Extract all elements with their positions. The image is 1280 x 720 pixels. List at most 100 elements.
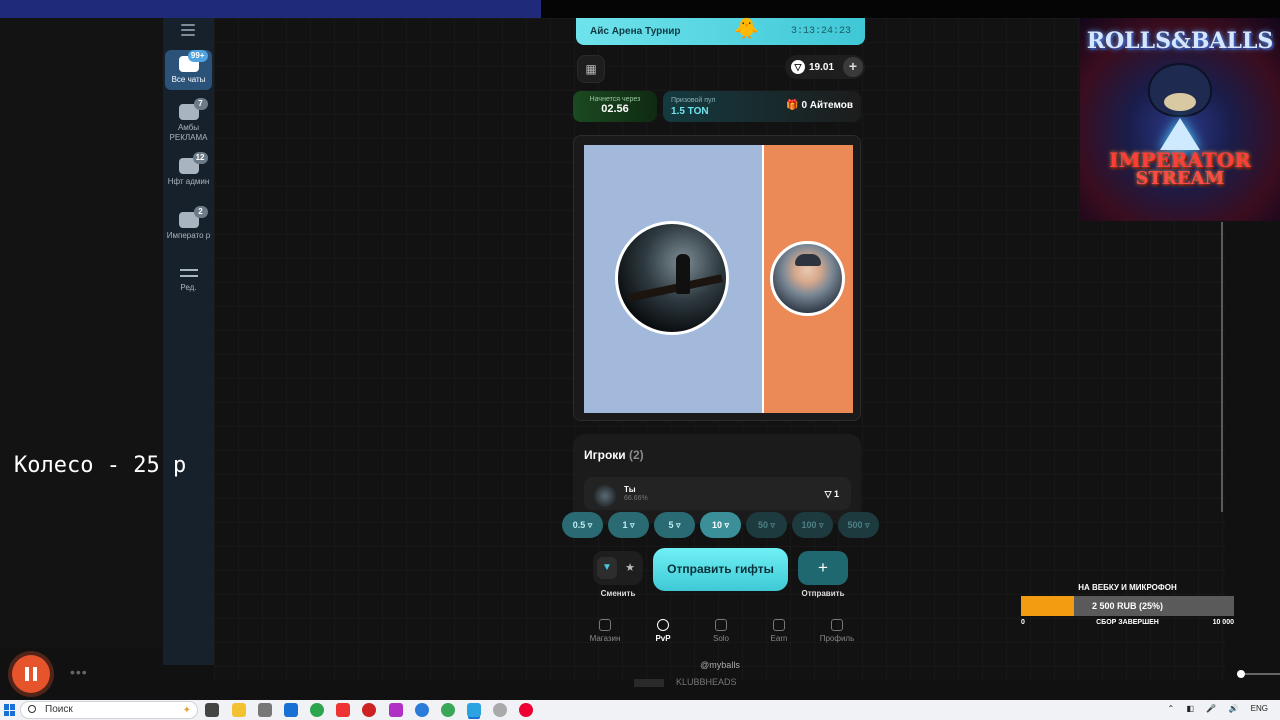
goal-max: 10 000 bbox=[1212, 619, 1234, 626]
pause-button[interactable] bbox=[12, 655, 50, 693]
scrollbar[interactable] bbox=[1221, 222, 1223, 512]
chat-bubble-icon: 99+ bbox=[178, 50, 208, 72]
ton-icon[interactable]: ▼ bbox=[597, 557, 617, 579]
yandex-browser-icon[interactable] bbox=[519, 703, 533, 717]
switch-label: Сменить bbox=[600, 589, 636, 598]
deposit-button[interactable]: + bbox=[843, 57, 863, 77]
bet-100[interactable]: 100 ▿ bbox=[792, 512, 833, 538]
taskbar-search[interactable]: Поиск ✦ bbox=[20, 701, 198, 719]
tournament-banner[interactable]: Айс Арена Турнир 🐥 3:13:24:23 bbox=[576, 18, 865, 45]
donation-goal-bar: 2 500 RUB (25%) bbox=[1021, 596, 1234, 616]
countdown-value: 02.56 bbox=[601, 103, 629, 115]
bet-5[interactable]: 5 ▿ bbox=[654, 512, 695, 538]
balance-value: 19.01 bbox=[809, 61, 835, 73]
countdown-box: Начнется через 02.56 bbox=[573, 91, 657, 122]
player-avatar bbox=[615, 221, 729, 335]
unread-badge: 2 bbox=[193, 206, 208, 218]
send-button[interactable]: + bbox=[798, 551, 848, 585]
bet-0.5[interactable]: 0.5 ▿ bbox=[562, 512, 603, 538]
wifi-icon[interactable]: ◧ bbox=[1186, 704, 1194, 713]
bet-50[interactable]: 50 ▿ bbox=[746, 512, 787, 538]
player-bet: ▽ 1 bbox=[824, 489, 839, 499]
outlook-icon[interactable] bbox=[284, 703, 298, 717]
nav-solo[interactable]: Solo bbox=[692, 615, 750, 651]
players-panel: Игроки (2) Ты 66.66% ▽ 1 bbox=[573, 434, 861, 524]
folder-ads[interactable]: 7 Амбы РЕКЛАМА bbox=[165, 98, 212, 144]
nav-earn[interactable]: Earn bbox=[750, 615, 808, 651]
nav-shop[interactable]: Магазин bbox=[576, 615, 634, 651]
more-icon[interactable]: ••• bbox=[70, 664, 88, 680]
sliders-icon bbox=[179, 268, 198, 280]
check-app-icon[interactable] bbox=[415, 703, 429, 717]
timeline-track[interactable] bbox=[1245, 673, 1280, 675]
bear-icon bbox=[1148, 63, 1212, 117]
goal-value: 2 500 RUB (25%) bbox=[1091, 601, 1164, 611]
chick-icon: 🐥 bbox=[734, 18, 759, 40]
currency-switch[interactable]: ▼ ★ bbox=[593, 551, 643, 585]
unread-badge: 99+ bbox=[187, 50, 208, 62]
folder-nft-admin[interactable]: 12 Нфт админ bbox=[165, 152, 212, 198]
star-icon[interactable]: ★ bbox=[621, 557, 639, 579]
nav-profile[interactable]: Профиль bbox=[808, 615, 866, 651]
bet-10[interactable]: 10 ▿ bbox=[700, 512, 741, 538]
unread-badge: 12 bbox=[192, 152, 208, 164]
chevron-up-icon[interactable]: ⌃ bbox=[1168, 704, 1175, 713]
chat-bubble-icon: 7 bbox=[178, 98, 208, 120]
folder-label: Все чаты bbox=[171, 75, 206, 84]
yandex-icon[interactable] bbox=[336, 703, 350, 717]
banner-timer: 3:13:24:23 bbox=[790, 26, 851, 37]
banner-title: Айс Арена Турнир bbox=[590, 26, 681, 37]
folder-label: Нфт админ bbox=[167, 177, 210, 186]
chat-bubble-icon: 12 bbox=[178, 152, 208, 174]
bet-1[interactable]: 1 ▿ bbox=[608, 512, 649, 538]
file-explorer-icon[interactable] bbox=[232, 703, 246, 717]
opera-icon[interactable] bbox=[362, 703, 376, 717]
telegram-icon[interactable] bbox=[467, 703, 481, 717]
window-top-strip bbox=[0, 0, 541, 18]
ton-icon: ▽ bbox=[791, 60, 805, 74]
countdown-label: Начнется через bbox=[589, 96, 641, 103]
search-icon bbox=[28, 705, 36, 713]
app-icon[interactable] bbox=[389, 703, 403, 717]
chrome-icon[interactable] bbox=[310, 703, 324, 717]
player-chance: 66.66% bbox=[624, 495, 648, 502]
timeline-handle[interactable] bbox=[1237, 670, 1245, 678]
search-highlight-icon: ✦ bbox=[182, 705, 191, 716]
store-icon[interactable] bbox=[258, 703, 272, 717]
sparkle-icon bbox=[773, 619, 785, 631]
folder-all-chats[interactable]: 99+ Все чаты bbox=[165, 50, 212, 90]
nav-pvp[interactable]: PvP bbox=[634, 615, 692, 651]
send-label: Отправить bbox=[801, 589, 845, 598]
pvp-arena bbox=[573, 135, 861, 421]
screen: 99+ Все чаты 7 Амбы РЕКЛАМА 12 Нфт админ… bbox=[0, 0, 1280, 720]
prize-pool-box: Призовой пул 1.5 TON 🎁 0 Айтемов bbox=[663, 91, 861, 122]
players-title: Игроки (2) bbox=[584, 448, 644, 462]
background-label: KLUBBHEADS bbox=[634, 677, 737, 687]
bottom-nav: Магазин PvP Solo Earn Профиль bbox=[576, 615, 866, 651]
unread-badge: 7 bbox=[193, 98, 208, 110]
player-name: Ты bbox=[624, 485, 636, 494]
windows-start-icon[interactable] bbox=[4, 704, 16, 716]
donation-goal-title: НА ВЕБКУ И МИКРОФОН bbox=[1078, 583, 1177, 592]
history-button[interactable]: ▦ bbox=[577, 55, 605, 83]
folder-edit[interactable]: Ред. bbox=[165, 262, 212, 296]
task-view-icon[interactable] bbox=[205, 703, 219, 717]
language-indicator[interactable]: ENG bbox=[1251, 704, 1268, 713]
send-gifts-button[interactable]: Отправить гифты bbox=[653, 548, 788, 591]
bot-handle: @myballs bbox=[700, 660, 740, 670]
triangle-icon bbox=[1160, 118, 1200, 150]
browser-icon[interactable] bbox=[441, 703, 455, 717]
bet-500[interactable]: 500 ▿ bbox=[838, 512, 879, 538]
obs-icon[interactable] bbox=[493, 703, 507, 717]
bet-amounts: 0.5 ▿ 1 ▿ 5 ▿ 10 ▿ 50 ▿ 100 ▿ 500 ▿ bbox=[562, 512, 880, 538]
pvp-icon bbox=[657, 619, 669, 631]
folder-imperator[interactable]: 2 Императо р bbox=[165, 206, 212, 252]
windows-taskbar: Поиск ✦ ⌃ ◧ 🎤 🔊 ENG bbox=[0, 700, 1280, 720]
hamburger-menu-icon[interactable] bbox=[181, 24, 195, 39]
chat-bubble-icon: 2 bbox=[178, 206, 208, 228]
microphone-icon[interactable]: 🎤 bbox=[1206, 704, 1216, 713]
items-count: 🎁 0 Айтемов bbox=[786, 100, 853, 111]
volume-icon[interactable]: 🔊 bbox=[1228, 704, 1238, 713]
prize-value: 1.5 TON bbox=[671, 106, 709, 117]
prize-label: Призовой пул bbox=[671, 97, 716, 104]
